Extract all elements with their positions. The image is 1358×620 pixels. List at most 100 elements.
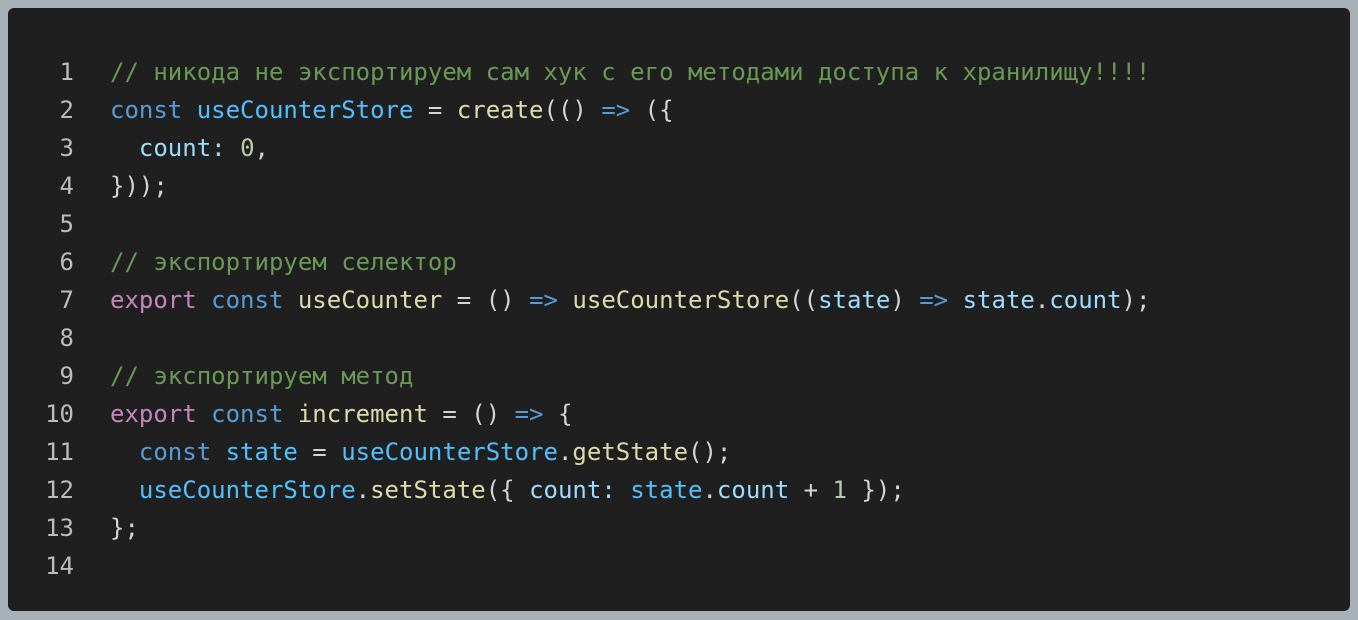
code-line: 9 // экспортируем метод [8, 357, 1350, 395]
code-line: 13}; [8, 509, 1350, 547]
code-line: 12 useCounterStore.setState({ count: sta… [8, 471, 1350, 509]
code-token: const [211, 286, 284, 314]
code-text: const useCounterStore = create(() => ({ [74, 91, 674, 129]
code-token: create [456, 96, 544, 124]
line-number: 8 [59, 324, 74, 352]
line-number: 4 [59, 172, 74, 200]
code-token: useCounterStore [341, 438, 558, 466]
code-line: 5 [8, 205, 1350, 243]
line-number: 5 [59, 210, 74, 238]
code-token: setState [370, 476, 486, 504]
code-token: { [543, 400, 573, 428]
code-line: 14 [8, 547, 1350, 585]
code-token: (( [789, 286, 819, 314]
code-token: count [138, 134, 212, 162]
code-token: ) [890, 286, 920, 314]
code-text: export const increment = () => { [74, 395, 572, 433]
code-line: 7 export const useCounter = () => useCoun… [8, 281, 1350, 319]
code-token: count [529, 476, 602, 504]
code-text: // никода не экспортируем сам хук с его … [74, 53, 1150, 91]
code-line: 1 // никода не экспортируем сам хук с его… [8, 53, 1350, 91]
code-token: useCounterStore [572, 286, 790, 314]
code-line: 3 count: 0, [8, 129, 1350, 167]
line-number: 7 [59, 286, 74, 314]
code-token: export [110, 286, 197, 314]
code-token: => [601, 96, 631, 124]
code-line: 2 const useCounterStore = create(() => ({ [8, 91, 1350, 129]
code-token: ({ [630, 96, 674, 124]
code-token: }); [846, 476, 905, 504]
code-line: 8 [8, 319, 1350, 357]
code-token: state [630, 476, 703, 504]
code-token: useCounterStore [196, 96, 414, 124]
code-token: count [716, 476, 790, 504]
code-block: 1 // никода не экспортируем сам хук с его… [8, 8, 1350, 611]
line-number: 1 [59, 58, 74, 86]
code-line: 6 // экспортируем селектор [8, 243, 1350, 281]
code-token: const [110, 96, 183, 124]
code-token: . [702, 476, 717, 504]
code-line: 10 export const increment = () => { [8, 395, 1350, 433]
code-text: }; [74, 509, 139, 547]
code-token: // экспортируем метод [110, 362, 414, 390]
code-token: state [225, 438, 298, 466]
line-number: 12 [45, 476, 74, 504]
line-number: 9 [59, 362, 74, 390]
code-token: = [297, 438, 342, 466]
code-token: + [789, 476, 833, 504]
code-token: })); [110, 172, 168, 200]
code-token: : [601, 476, 631, 504]
code-token: , [254, 134, 269, 162]
code-text: // экспортируем метод [74, 357, 413, 395]
code-token: . [355, 476, 371, 504]
line-number: 14 [45, 552, 74, 580]
code-token: // никода не экспортируем сам хук с его … [110, 58, 1151, 86]
code-token: useCounterStore [138, 476, 356, 504]
code-token: state [962, 286, 1035, 314]
code-text: useCounterStore.setState({ count: state.… [74, 471, 905, 509]
code-token: . [1034, 286, 1050, 314]
code-token: (() [543, 96, 602, 124]
code-text: count: 0, [74, 129, 269, 167]
code-token: const [138, 438, 212, 466]
line-number: 13 [45, 514, 74, 542]
code-token: increment [297, 400, 428, 428]
code-token: = [413, 96, 457, 124]
code-token: : [211, 134, 241, 162]
code-token: ({ [485, 476, 530, 504]
code-token: getState [572, 438, 689, 466]
code-token: state [818, 286, 891, 314]
code-token: (); [688, 438, 732, 466]
code-token: const [211, 400, 284, 428]
code-token: 1 [832, 476, 847, 504]
code-token: => [514, 400, 544, 428]
code-token: export [110, 400, 197, 428]
line-number: 6 [59, 248, 74, 276]
code-text: export const useCounter = () => useCount… [74, 281, 1150, 319]
code-token: = () [442, 286, 530, 314]
line-number: 3 [59, 134, 74, 162]
code-token: count [1049, 286, 1122, 314]
code-token: = () [427, 400, 515, 428]
line-number: 10 [45, 400, 74, 428]
code-token: 0 [240, 134, 255, 162]
code-text: })); [74, 167, 168, 205]
line-number: 11 [45, 438, 74, 466]
code-token: . [557, 438, 573, 466]
code-token: => [919, 286, 949, 314]
code-token: ); [1121, 286, 1151, 314]
code-token: // экспортируем селектор [110, 248, 457, 276]
